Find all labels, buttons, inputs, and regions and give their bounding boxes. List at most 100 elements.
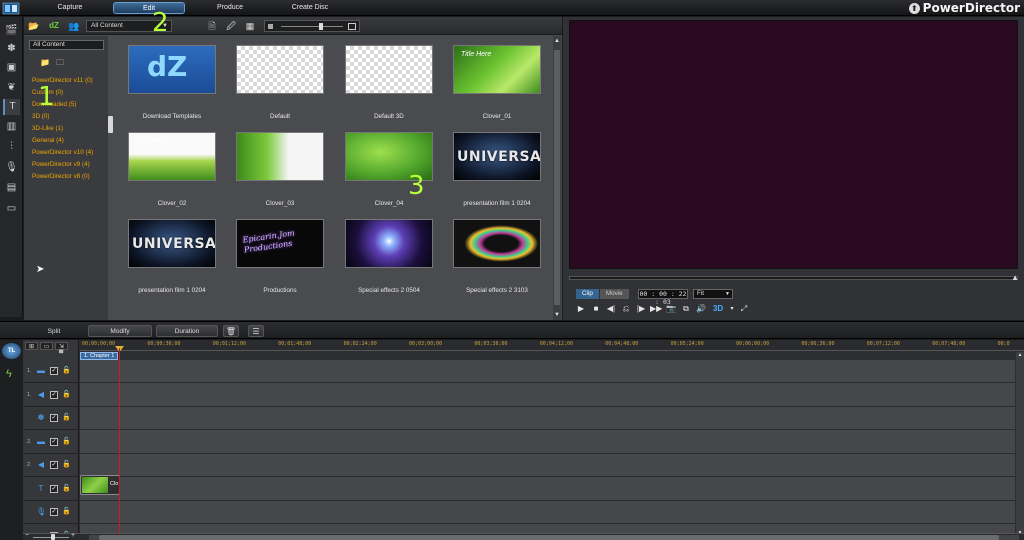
media-room-icon[interactable]: 🎬 [3, 23, 20, 39]
track-manager-icon[interactable]: ⊞ [25, 342, 38, 350]
template-tile[interactable]: Epicarin.Jom Productions Productions [236, 219, 324, 294]
chapter-room-icon[interactable]: ▤ [3, 180, 20, 196]
timeline-view-icon[interactable]: TL [2, 343, 21, 359]
tag-item[interactable]: PowerDirector v8 (0) [32, 171, 108, 183]
template-thumbnail[interactable] [453, 219, 541, 268]
template-thumbnail[interactable] [236, 132, 324, 181]
thumbnail-size-slider[interactable] [264, 20, 360, 32]
template-thumbnail[interactable] [345, 45, 433, 94]
subtitle-room-icon[interactable]: ▭ [3, 201, 20, 217]
stop-icon[interactable]: ■ [590, 303, 602, 315]
effect-room-icon[interactable]: ✽ [3, 41, 20, 57]
movie-mode-tab[interactable]: Movie [599, 289, 629, 299]
lock-icon[interactable]: 🔓 [62, 391, 71, 399]
track-lane[interactable] [80, 407, 1015, 430]
template-thumbnail[interactable]: dZ [128, 45, 216, 94]
clip-mode-tab[interactable]: Clip [576, 289, 599, 299]
track-lane[interactable] [80, 454, 1015, 477]
track-header[interactable]: 2. ◀ ✓ 🔓 [23, 454, 79, 477]
transition-room-icon[interactable]: ▥ [3, 119, 20, 135]
tag-item[interactable]: 3D (0) [32, 111, 108, 123]
track-lane[interactable] [80, 501, 1015, 524]
directorzone-icon[interactable]: dZ [48, 20, 60, 32]
zoom-knob[interactable] [51, 534, 55, 540]
grid-view-icon[interactable]: ▦ [244, 20, 256, 32]
track-enable-checkbox[interactable]: ✓ [50, 390, 58, 399]
template-thumbnail[interactable]: Title Here [453, 45, 541, 94]
fit-timeline-icon[interactable]: ⇲ [55, 342, 68, 350]
fast-forward-icon[interactable]: ▶▶ [650, 303, 662, 315]
chevron-down-icon[interactable]: ▾ [729, 303, 735, 315]
template-tile[interactable]: UNIVERSAL presentation film 1 0204 [128, 219, 216, 294]
timeline-horizontal-scrollbar[interactable] [89, 535, 1019, 540]
audio-mixing-room-icon[interactable]: ⫶ [3, 139, 20, 155]
duration-button[interactable]: Duration [156, 325, 218, 337]
split-icon[interactable]: ⎌ [620, 303, 632, 315]
magic-tools-icon[interactable]: ϟ [6, 368, 12, 380]
lock-icon[interactable]: 🔓 [62, 367, 71, 375]
scrollbar-thumb[interactable] [554, 50, 560, 305]
template-thumbnail[interactable]: Title Here [128, 132, 216, 181]
scroll-up-icon[interactable]: ▲ [553, 38, 561, 44]
template-thumbnail[interactable]: Epicarin.Jom Productions [236, 219, 324, 268]
track-lane[interactable] [80, 360, 1015, 383]
template-thumbnail[interactable]: UNIVERSAL [128, 219, 216, 268]
scroll-down-icon[interactable]: ▼ [553, 312, 561, 318]
lock-icon[interactable]: 🔓 [62, 461, 71, 469]
chapter-marker[interactable]: 1. Chapter 1 [80, 352, 119, 360]
tab-capture[interactable]: Capture [48, 2, 92, 14]
track-lane[interactable] [80, 431, 1015, 454]
timecode-display[interactable]: 00 : 00 : 22 : 03 [638, 289, 688, 306]
more-features-icon[interactable]: ☰ [248, 325, 264, 337]
template-tile[interactable]: Default [236, 45, 324, 120]
import-folder-icon[interactable]: 📂 [28, 20, 40, 32]
zoom-in-icon[interactable]: + [71, 532, 75, 539]
template-tile[interactable]: Default 3D [345, 45, 433, 120]
track-enable-checkbox[interactable]: ✓ [50, 508, 58, 516]
template-thumbnail[interactable] [345, 219, 433, 268]
playhead-line[interactable] [119, 348, 120, 536]
title-clip[interactable]: Clo [80, 475, 120, 495]
users-icon[interactable]: 👥 [68, 20, 80, 32]
new-template-icon[interactable]: 🗎 [206, 20, 218, 32]
scrub-end-marker[interactable]: ▲ [1011, 273, 1019, 282]
track-header[interactable]: T ✓ 🔓 [23, 478, 79, 501]
modify-button[interactable]: Modify [88, 325, 152, 337]
fullscreen-icon[interactable]: ⤢ [738, 303, 750, 315]
lock-icon[interactable]: 🔓 [62, 508, 71, 516]
track-header[interactable]: 2. ▬ ✓ 🔓 [23, 431, 79, 454]
template-tile[interactable]: Title Here Clover_01 [453, 45, 541, 120]
delete-tag-icon[interactable]: 🗀 [56, 58, 67, 67]
track-enable-checkbox[interactable]: ✓ [50, 461, 58, 469]
voice-over-room-icon[interactable]: 🎙 [3, 160, 20, 176]
volume-icon[interactable]: 🔊 [695, 303, 707, 315]
storyboard-icon[interactable]: ▭ [40, 342, 53, 350]
lock-icon[interactable]: 🔓 [62, 485, 71, 493]
tag-item[interactable]: 3D-Like (1) [32, 123, 108, 135]
add-tag-icon[interactable]: 📁 [40, 58, 51, 67]
tab-produce[interactable]: Produce [205, 2, 255, 14]
track-header[interactable]: 1. ▬ ✓ 🔓 [23, 360, 79, 383]
tag-item[interactable]: PowerDirector v9 (4) [32, 159, 108, 171]
track-enable-checkbox[interactable]: ✓ [50, 367, 58, 375]
track-header[interactable]: ✽ ✓ 🔓 [23, 407, 79, 430]
scroll-up-icon[interactable]: ▲ [1016, 352, 1024, 358]
trash-icon[interactable]: 🗑 [223, 325, 239, 337]
tag-header[interactable]: All Content [29, 40, 104, 50]
track-enable-checkbox[interactable]: ✓ [50, 484, 58, 493]
tab-edit[interactable]: Edit [113, 2, 185, 14]
template-tile[interactable]: Clover_03 [236, 132, 324, 207]
undock-icon[interactable]: ⧉ [680, 303, 692, 315]
tag-item[interactable]: General (4) [32, 135, 108, 147]
library-scrollbar[interactable]: ▲ ▼ [553, 36, 561, 320]
template-tile[interactable]: Title Here Clover_02 [128, 132, 216, 207]
title-room-icon[interactable]: T [3, 99, 20, 115]
time-ruler[interactable]: 00;00;00;00 00;00;36;00 00;01;12;00 00;01;4… [80, 340, 1024, 351]
split-button[interactable]: Split [38, 325, 70, 337]
template-tile[interactable]: Special effects 2 0504 [345, 219, 433, 294]
lock-icon[interactable]: 🔓 [62, 414, 71, 422]
play-icon[interactable]: ▶ [575, 303, 587, 315]
edit-template-icon[interactable]: 🖉 [225, 20, 237, 32]
preview-scrub-slider[interactable]: ▲ [569, 273, 1019, 282]
scrollbar-thumb[interactable] [99, 535, 999, 540]
